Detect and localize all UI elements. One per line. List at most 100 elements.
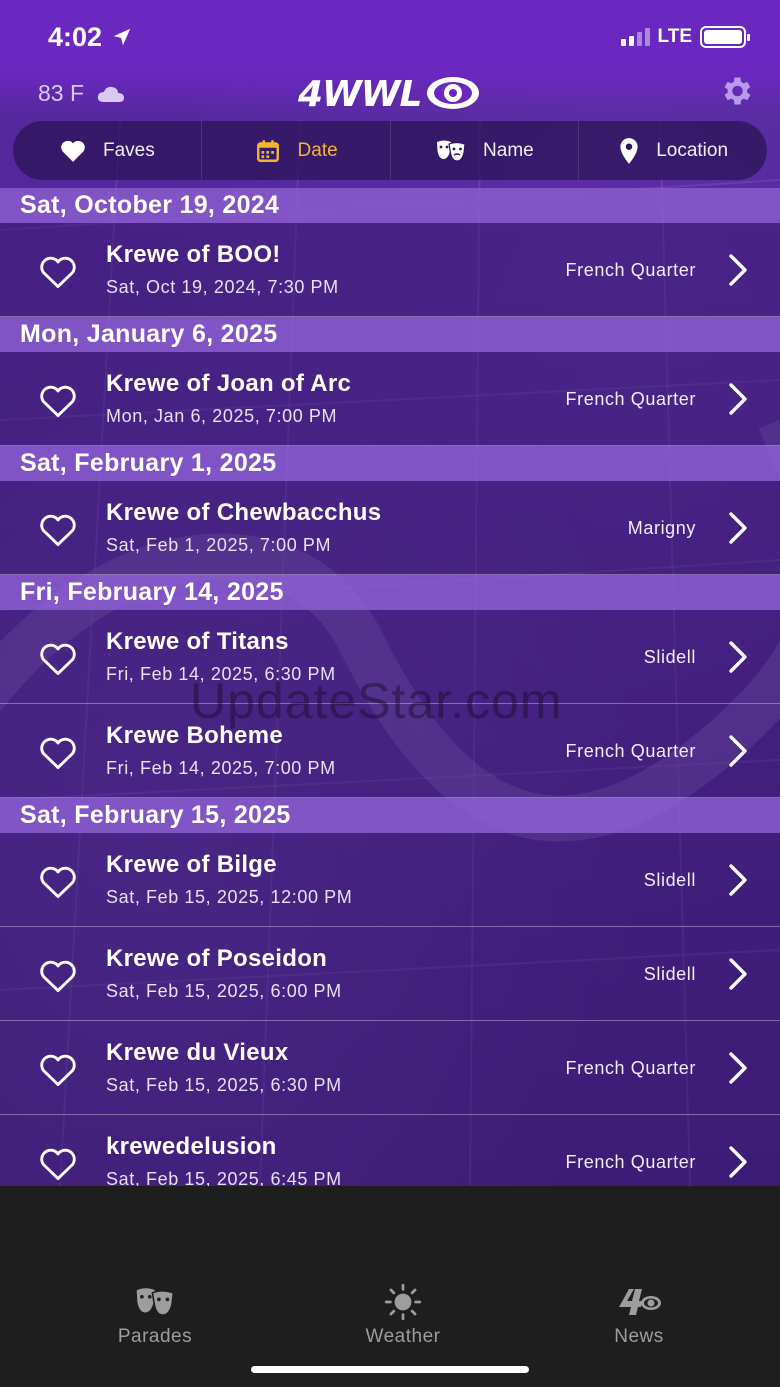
parade-name: Krewe of Bilge xyxy=(106,851,277,878)
parade-datetime: Sat, Oct 19, 2024, 7:30 PM xyxy=(106,277,339,297)
heart-outline-icon xyxy=(40,385,76,418)
chevron-right-icon xyxy=(729,735,747,767)
tab-weather-label: Weather xyxy=(365,1326,441,1347)
parade-datetime: Fri, Feb 14, 2025, 7:00 PM xyxy=(106,758,336,778)
parade-location: Slidell xyxy=(643,647,696,667)
chevron-right-icon xyxy=(729,254,747,286)
parade-name: krewedelusion xyxy=(106,1133,277,1160)
tab-news[interactable]: News xyxy=(559,1282,719,1348)
masks-icon xyxy=(136,1288,175,1316)
parade-list: Sat, October 19, 2024 Krewe of BOO! Sat, O… xyxy=(0,188,780,1209)
parade-location: French Quarter xyxy=(565,741,696,761)
parade-location: French Quarter xyxy=(565,389,696,409)
parade-datetime: Sat, Feb 15, 2025, 12:00 PM xyxy=(106,887,353,907)
location-pin-icon xyxy=(620,137,638,164)
parade-row[interactable]: Krewe of Titans Fri, Feb 14, 2025, 6:30 P… xyxy=(0,610,780,704)
tab-news-label: News xyxy=(614,1326,664,1347)
parade-location: Slidell xyxy=(643,870,696,890)
parade-name: Krewe of BOO! xyxy=(106,241,281,268)
chevron-right-icon xyxy=(729,641,747,673)
location-arrow-icon xyxy=(113,28,130,46)
chevron-right-icon xyxy=(729,383,747,415)
heart-icon xyxy=(61,140,85,162)
heart-outline-icon xyxy=(40,514,76,547)
chevron-right-icon xyxy=(729,958,747,990)
channel-logo-icon xyxy=(619,1289,661,1315)
filter-location[interactable]: Location xyxy=(579,121,767,180)
settings-button[interactable] xyxy=(718,73,754,109)
status-time: 4:02 xyxy=(48,22,134,53)
open-parade-button[interactable] xyxy=(726,957,750,991)
open-parade-button[interactable] xyxy=(726,382,750,416)
filter-bar: Faves Date Name Location xyxy=(13,121,767,180)
cloud-icon xyxy=(97,86,125,102)
filter-name[interactable]: Name xyxy=(391,121,580,180)
filter-name-label: Name xyxy=(483,139,534,161)
open-parade-button[interactable] xyxy=(726,511,750,545)
network-type: LTE xyxy=(657,26,692,47)
parade-name: Krewe Boheme xyxy=(106,722,283,749)
parade-name: Krewe du Vieux xyxy=(106,1039,289,1066)
current-weather[interactable]: 83 F xyxy=(38,80,126,107)
parade-location: French Quarter xyxy=(565,1152,696,1172)
open-parade-button[interactable] xyxy=(726,863,750,897)
favorite-button[interactable] xyxy=(38,1147,78,1181)
favorite-button[interactable] xyxy=(38,513,78,547)
filter-date[interactable]: Date xyxy=(202,121,391,180)
date-section-header: Mon, January 6, 2025 xyxy=(0,317,780,352)
parade-datetime: Sat, Feb 1, 2025, 7:00 PM xyxy=(106,535,332,555)
parade-row[interactable]: Krewe of Chewbacchus Sat, Feb 1, 2025, 7:… xyxy=(0,481,780,575)
favorite-button[interactable] xyxy=(38,255,78,289)
parade-location: French Quarter xyxy=(565,1058,696,1078)
parade-location: Slidell xyxy=(643,964,696,984)
date-section-header: Sat, February 1, 2025 xyxy=(0,446,780,481)
open-parade-button[interactable] xyxy=(726,734,750,768)
heart-outline-icon xyxy=(40,256,76,289)
favorite-button[interactable] xyxy=(38,736,78,770)
battery-icon xyxy=(700,26,750,48)
home-indicator xyxy=(251,1366,529,1373)
tab-parades[interactable]: Parades xyxy=(75,1282,235,1348)
favorite-button[interactable] xyxy=(38,642,78,676)
parade-row[interactable]: Krewe of Joan of Arc Mon, Jan 6, 2025, 7:… xyxy=(0,352,780,446)
parade-row[interactable]: Krewe Boheme Fri, Feb 14, 2025, 7:00 PM Fr… xyxy=(0,704,780,798)
favorite-button[interactable] xyxy=(38,1053,78,1087)
chevron-right-icon xyxy=(729,1052,747,1084)
gear-icon xyxy=(724,77,751,105)
tab-weather[interactable]: Weather xyxy=(323,1282,483,1348)
logo-text: 4WWL xyxy=(297,74,421,115)
bottom-tab-bar: Parades Weather News xyxy=(0,1186,780,1387)
parade-row[interactable]: Krewe du Vieux Sat, Feb 15, 2025, 6:30 PM… xyxy=(0,1021,780,1115)
filter-faves-label: Faves xyxy=(103,139,155,161)
parade-location: Marigny xyxy=(627,518,696,538)
date-section-header: Sat, October 19, 2024 xyxy=(0,188,780,223)
calendar-icon xyxy=(256,139,279,162)
signal-strength-icon xyxy=(620,28,650,46)
filter-faves[interactable]: Faves xyxy=(13,121,202,180)
favorite-button[interactable] xyxy=(38,959,78,993)
favorite-button[interactable] xyxy=(38,865,78,899)
heart-outline-icon xyxy=(40,1054,76,1087)
parade-row[interactable]: Krewe of Bilge Sat, Feb 15, 2025, 12:00 P… xyxy=(0,833,780,927)
chevron-right-icon xyxy=(729,512,747,544)
parade-name: Krewe of Chewbacchus xyxy=(106,499,382,526)
heart-outline-icon xyxy=(40,866,76,899)
station-logo-graphic: 4WWL xyxy=(297,74,479,115)
status-bar: 4:02 LTE xyxy=(0,0,780,72)
parade-name: Krewe of Titans xyxy=(106,628,289,655)
open-parade-button[interactable] xyxy=(726,1145,750,1179)
parade-name: Krewe of Poseidon xyxy=(106,945,328,972)
heart-outline-icon xyxy=(40,643,76,676)
parade-row[interactable]: Krewe of Poseidon Sat, Feb 15, 2025, 6:00… xyxy=(0,927,780,1021)
open-parade-button[interactable] xyxy=(726,253,750,287)
parade-datetime: Sat, Feb 15, 2025, 6:00 PM xyxy=(106,981,342,1001)
open-parade-button[interactable] xyxy=(726,640,750,674)
favorite-button[interactable] xyxy=(38,384,78,418)
parade-datetime: Sat, Feb 15, 2025, 6:30 PM xyxy=(106,1075,342,1095)
chevron-right-icon xyxy=(729,864,747,896)
parade-row[interactable]: Krewe of BOO! Sat, Oct 19, 2024, 7:30 PM F… xyxy=(0,223,780,317)
masks-icon xyxy=(437,140,466,162)
parade-datetime: Fri, Feb 14, 2025, 6:30 PM xyxy=(106,664,336,684)
open-parade-button[interactable] xyxy=(726,1051,750,1085)
heart-outline-icon xyxy=(40,960,76,993)
